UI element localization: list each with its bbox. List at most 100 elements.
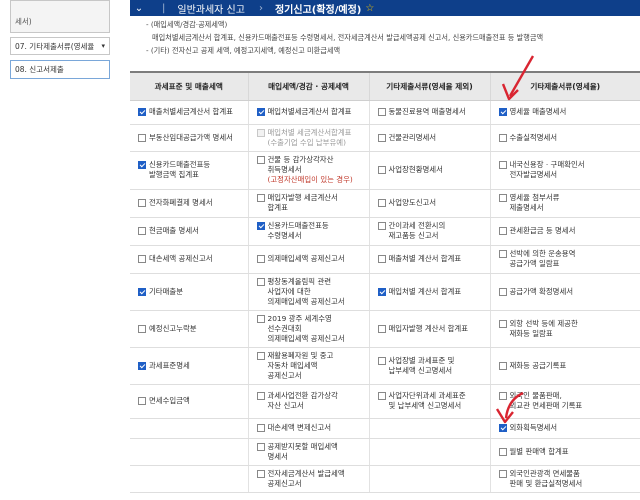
checkbox-option[interactable]: 매입처별 세금계산서합계표 (수출기업 수입 납부유예) xyxy=(256,128,365,148)
chevron-down-icon[interactable]: ⌄ xyxy=(130,3,148,14)
checkbox-option[interactable]: 매입처별세금계산서 합계표 xyxy=(256,107,365,117)
checkbox-option[interactable]: 대손세액 변제신고서 xyxy=(256,423,365,433)
checkbox-option[interactable]: 의제매입세액 공제신고서 xyxy=(256,254,365,264)
checkbox[interactable] xyxy=(498,361,507,370)
checkbox-option[interactable]: 재화등 공급기록표 xyxy=(498,361,637,371)
checkbox-option[interactable]: 재활용폐자원 및 중고 자동차 매입세액 공제신고서 xyxy=(256,351,365,381)
checkbox[interactable] xyxy=(498,392,507,400)
checkbox-option[interactable]: 사업자단위과세 과세표준 및 납부세액 신고명세서 xyxy=(377,391,486,411)
checkbox-label: 외국인관광객 면세물품 판매 및 환급실적명세서 xyxy=(509,468,583,488)
checkbox-option[interactable]: 선박에 의한 운송용역 공급가액 일람표 xyxy=(498,249,637,269)
checkbox[interactable] xyxy=(138,255,146,263)
checkbox[interactable] xyxy=(256,277,265,286)
checkbox[interactable] xyxy=(377,133,386,142)
checkbox[interactable] xyxy=(256,442,265,451)
checkbox-option[interactable]: 평창동계올림픽 관련 사업자에 대한 의제매입세액 공제신고서 xyxy=(256,277,365,307)
sidebar-item-prev[interactable]: 세서) xyxy=(10,0,110,33)
checkbox-option[interactable]: 기타매출분 xyxy=(138,287,244,297)
checkbox-option[interactable]: 전자화폐결제 명세서 xyxy=(138,198,244,208)
checkbox[interactable] xyxy=(498,161,507,169)
checkbox-option[interactable]: 예정신고누락분 xyxy=(138,324,244,334)
checkbox-option[interactable]: 외항 선박 등에 제공한 재화등 일람표 xyxy=(498,319,637,339)
checkbox[interactable] xyxy=(138,324,146,333)
checkbox[interactable] xyxy=(138,161,146,169)
checkbox-option[interactable]: 현금매출 명세서 xyxy=(138,226,244,236)
breadcrumb-item[interactable]: 일반과세자 신고 xyxy=(177,1,245,16)
checkbox[interactable] xyxy=(138,227,146,235)
checkbox[interactable] xyxy=(498,250,507,258)
sidebar-item-other-docs[interactable]: 07. 기타제출서류(영세율 ▾ xyxy=(10,37,110,55)
checkbox[interactable] xyxy=(138,397,146,405)
checkbox-option[interactable]: 매입자발행 계산서 합계표 xyxy=(377,324,486,334)
checkbox-option[interactable]: 내국신용장 · 구매확인서 전자발급명세서 xyxy=(498,160,637,180)
checkbox[interactable] xyxy=(377,166,386,174)
checkbox-option[interactable]: 사업양도신고서 xyxy=(377,198,486,208)
checkbox-option[interactable]: 과세표준명세 xyxy=(138,361,244,371)
checkbox[interactable] xyxy=(138,108,146,116)
checkbox[interactable] xyxy=(498,227,507,235)
checkbox[interactable] xyxy=(256,424,265,432)
checkbox[interactable] xyxy=(498,424,507,432)
checkbox[interactable] xyxy=(377,287,386,296)
checkbox[interactable] xyxy=(377,324,386,333)
checkbox-option[interactable]: 신용카드매출전표등 수령명세서 xyxy=(256,221,365,241)
checkbox[interactable] xyxy=(377,255,386,263)
checkbox-option[interactable]: 외화획득명세서 xyxy=(498,423,637,433)
star-icon[interactable]: ☆ xyxy=(365,3,374,14)
checkbox-option[interactable]: 동물진료용역 매출명세서 xyxy=(377,107,486,117)
checkbox[interactable] xyxy=(256,222,265,230)
checkbox-option[interactable]: 매입자발행 세금계산서 합계표 xyxy=(256,193,365,213)
checkbox-option[interactable]: 간이과세 전환시의 재고품등 신고서 xyxy=(377,221,486,241)
checkbox-option[interactable]: 영세율 매출명세서 xyxy=(498,107,637,117)
checkbox[interactable] xyxy=(498,287,507,296)
checkbox[interactable] xyxy=(256,194,265,202)
checkbox-option[interactable]: 관세환급금 등 명세서 xyxy=(498,226,637,236)
checkbox-option[interactable]: 건물관리명세서 xyxy=(377,133,486,143)
checkbox-option[interactable]: 매출처별세금계산서 합계표 xyxy=(138,107,244,117)
checkbox-option[interactable]: 건물 등 감가상각자산 취득명세서 (고정자산매입이 있는 경우) xyxy=(256,155,365,185)
checkbox[interactable] xyxy=(138,361,146,370)
checkbox[interactable] xyxy=(256,128,265,137)
checkbox[interactable] xyxy=(498,194,507,202)
checkbox-option[interactable]: 매출처별 계산서 합계표 xyxy=(377,254,486,264)
checkbox[interactable] xyxy=(256,255,265,263)
checkbox[interactable] xyxy=(498,447,507,456)
checkbox[interactable] xyxy=(498,133,507,142)
checkbox-option[interactable]: 영세율 첨부서류 제출명세서 xyxy=(498,193,637,213)
checkbox-option[interactable]: 매입처별 계산서 합계표 xyxy=(377,287,486,297)
checkbox-option[interactable]: 외국인 물품판매, 외교관 면세판매 기록표 xyxy=(498,391,637,411)
checkbox-option[interactable]: 수출실적명세서 xyxy=(498,133,637,143)
checkbox[interactable] xyxy=(377,222,386,230)
sidebar-item-submit[interactable]: 08. 신고서제출 xyxy=(10,60,110,79)
checkbox-option[interactable]: 과세사업전환 감가상각 자산 신고서 xyxy=(256,391,365,411)
checkbox[interactable] xyxy=(138,199,146,207)
table-cell: 외화획득명세서 xyxy=(489,418,640,439)
checkbox-option[interactable]: 전자세금계산서 발급세액 공제신고서 xyxy=(256,469,365,489)
checkbox[interactable] xyxy=(377,108,386,116)
checkbox[interactable] xyxy=(498,108,507,116)
checkbox-option[interactable]: 면세수입금액 xyxy=(138,396,244,406)
checkbox-option[interactable]: 2019 광주 세계수영 선수권대회 의제매입세액 공제신고서 xyxy=(256,314,365,344)
checkbox-option[interactable]: 공급가액 확정명세서 xyxy=(498,287,637,297)
checkbox[interactable] xyxy=(138,133,146,142)
checkbox[interactable] xyxy=(377,392,386,400)
checkbox[interactable] xyxy=(256,351,265,360)
checkbox-option[interactable]: 신용카드매출전표등 발행금액 집계표 xyxy=(138,160,244,180)
checkbox[interactable] xyxy=(377,356,386,365)
checkbox[interactable] xyxy=(256,469,265,478)
checkbox-option[interactable]: 부동산임대공급가액 명세서 xyxy=(138,133,244,143)
checkbox[interactable] xyxy=(256,314,265,323)
checkbox[interactable] xyxy=(498,319,507,328)
checkbox-option[interactable]: 대손세액 공제신고서 xyxy=(138,254,244,264)
checkbox[interactable] xyxy=(256,392,265,400)
checkbox-option[interactable]: 사업장별 과세표준 및 납부세액 신고명세서 xyxy=(377,356,486,376)
checkbox[interactable] xyxy=(138,287,146,296)
checkbox[interactable] xyxy=(498,469,507,478)
checkbox-option[interactable]: 사업장현황명세서 xyxy=(377,165,486,175)
checkbox-option[interactable]: 외국인관광객 면세물품 판매 및 환급실적명세서 xyxy=(498,468,637,489)
checkbox[interactable] xyxy=(256,108,265,116)
checkbox[interactable] xyxy=(256,156,265,164)
checkbox[interactable] xyxy=(377,199,386,207)
checkbox-option[interactable]: 월별 판매액 합계표 xyxy=(498,447,637,457)
checkbox-option[interactable]: 공제받지못할 매입세액 명세서 xyxy=(256,442,365,462)
